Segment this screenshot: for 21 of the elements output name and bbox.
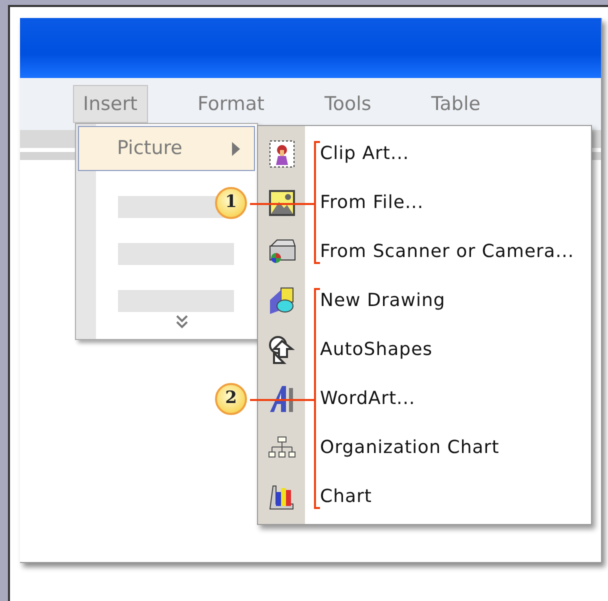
menu-item[interactable]: Picture [78,126,255,171]
menu-item[interactable]: Format [188,84,274,124]
menu-item[interactable]: From Scanner or Camera... [258,227,591,276]
leader-line [250,398,314,400]
menu-item[interactable]: Table [421,84,490,124]
menu-item[interactable]: Tools [314,84,382,124]
callout-badge: 2 [215,382,247,414]
org-chart-icon [268,436,296,460]
menu-item[interactable]: Clip Art... [258,129,591,178]
menu-item[interactable]: From File... [258,178,591,227]
leader-line [250,202,314,204]
menu-item[interactable]: Organization Chart [258,423,591,472]
scanner-icon [266,238,296,266]
menu-item[interactable]: AutoShapes [258,325,591,374]
menu-item[interactable]: Chart [258,472,591,521]
menu-item[interactable]: New Drawing [258,276,591,325]
autoshapes-icon [268,334,296,364]
clip-art-icon [268,140,294,168]
submenu-arrow-icon [232,142,240,156]
landscape-picture-icon [268,190,294,216]
expand-chevron-icon [176,315,188,329]
